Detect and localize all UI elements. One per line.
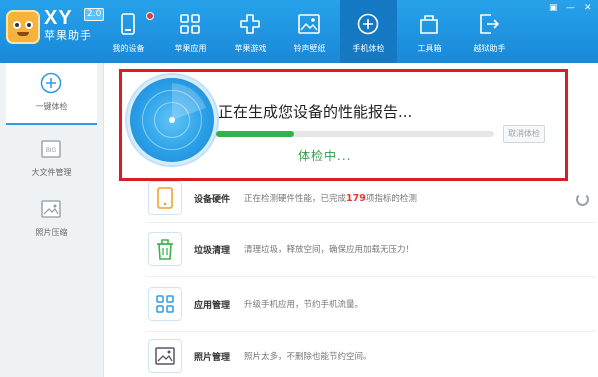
item-desc: 正在检测硬件性能，已完成179项指标的检测	[244, 192, 417, 204]
nav-apple-apps[interactable]: 苹果应用	[162, 0, 219, 63]
nav-label: 工具箱	[417, 44, 442, 53]
item-desc: 升级手机应用，节约手机流量。	[244, 300, 364, 310]
toolbox-icon	[420, 15, 438, 34]
nav-jailbreak[interactable]: 越狱助手	[461, 0, 518, 63]
close-button[interactable]: ✕	[584, 3, 592, 13]
nav-toolbox[interactable]: 工具箱	[401, 0, 458, 63]
picture-icon	[298, 14, 320, 34]
apps-grid-icon	[180, 14, 200, 34]
nav-ringtones[interactable]: 铃声壁纸	[281, 0, 338, 63]
big-file-icon: BIG	[41, 140, 61, 158]
notification-dot	[146, 12, 154, 20]
sidebar-item-label: 一键体检	[35, 102, 68, 111]
nav-phone-checkup[interactable]: 手机体检	[340, 0, 397, 63]
brand-name: 苹果助手	[44, 29, 92, 42]
list-item-junk-clean[interactable]: 垃圾清理 清理垃圾，释放空间，确保应用加载无压力！	[146, 230, 596, 270]
sidebar: 一键体检 BIG 大文件管理 照片压缩	[0, 63, 104, 377]
photo-icon	[41, 200, 61, 218]
nav-label: 铃声壁纸	[293, 44, 326, 53]
item-name: 设备硬件	[194, 195, 231, 205]
svg-text:BIG: BIG	[46, 148, 57, 154]
minimize-button[interactable]: —	[566, 3, 575, 13]
game-cross-icon	[240, 14, 260, 34]
item-desc: 清理垃圾，释放空间，确保应用加载无压力！	[244, 245, 415, 255]
sidebar-item-one-click-checkup[interactable]: 一键体检	[6, 63, 97, 125]
plus-circle-icon	[357, 13, 379, 35]
sidebar-item-label: 大文件管理	[31, 168, 72, 177]
app-manage-icon	[148, 287, 182, 321]
nav-my-device[interactable]: 我的设备	[100, 0, 157, 63]
list-item-app-manage[interactable]: 应用管理 升级手机应用，节约手机流量。	[146, 285, 596, 325]
desc-text: 项指标的检测	[365, 194, 417, 204]
item-name: 照片管理	[194, 353, 231, 363]
checked-count: 179	[346, 193, 366, 204]
skin-button[interactable]: ▣	[549, 3, 558, 13]
divider	[146, 222, 596, 223]
sidebar-item-big-files[interactable]: BIG 大文件管理	[6, 129, 97, 189]
nav-label: 苹果应用	[174, 44, 207, 53]
brand: XY 2.0 苹果助手	[44, 8, 105, 43]
desc-text: 正在检测硬件性能，已完成	[244, 194, 347, 204]
nav-apple-games[interactable]: 苹果游戏	[222, 0, 279, 63]
plus-circle-icon	[40, 72, 62, 94]
divider	[146, 276, 596, 277]
exit-icon	[480, 14, 500, 34]
device-hardware-icon	[148, 181, 182, 215]
app-logo	[6, 10, 40, 44]
nav-label: 苹果游戏	[234, 44, 267, 53]
item-desc: 照片太多，不删除也能节约空间。	[244, 352, 372, 362]
loading-spinner-icon	[576, 193, 589, 206]
divider	[146, 331, 596, 332]
sidebar-item-label: 照片压缩	[35, 228, 68, 237]
nav-label: 手机体检	[352, 44, 385, 53]
phone-icon	[121, 13, 135, 35]
item-name: 应用管理	[194, 301, 231, 311]
item-name: 垃圾清理	[194, 246, 231, 256]
nav-label: 越狱助手	[473, 44, 506, 53]
nav-label: 我的设备	[112, 44, 145, 53]
highlight-box	[119, 69, 568, 181]
list-item-photo-manage[interactable]: 照片管理 照片太多，不删除也能节约空间。	[146, 337, 596, 377]
trash-icon	[148, 232, 182, 266]
photo-manage-icon	[148, 339, 182, 373]
sidebar-item-photo-compress[interactable]: 照片压缩	[6, 189, 97, 249]
top-bar: XY 2.0 苹果助手 我的设备 苹果应用 苹果游戏 铃声壁纸 手机体检 工具箱	[0, 0, 598, 63]
list-item-hardware[interactable]: 设备硬件 正在检测硬件性能，已完成179项指标的检测	[146, 179, 596, 219]
